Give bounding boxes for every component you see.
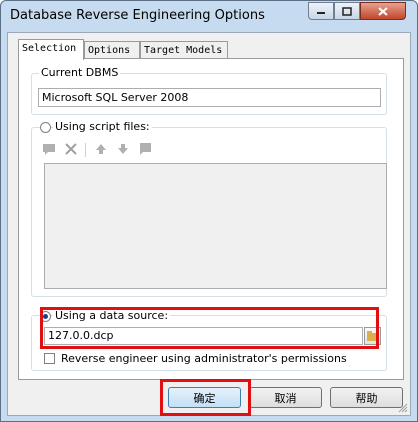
move-up-icon[interactable] xyxy=(93,141,109,157)
delete-icon[interactable] xyxy=(63,141,79,157)
dialog-client-area: Selection Options Target Models Current … xyxy=(7,32,411,416)
maximize-icon xyxy=(342,6,352,16)
properties-icon[interactable] xyxy=(137,141,153,157)
tab-label: Options xyxy=(88,45,131,56)
admin-permissions-label: Reverse engineer using administrator's p… xyxy=(61,352,347,365)
help-button[interactable]: 帮助 xyxy=(330,387,403,408)
cancel-label: 取消 xyxy=(274,391,297,405)
add-file-icon[interactable] xyxy=(41,141,57,157)
current-dbms-field[interactable]: Microsoft SQL Server 2008 xyxy=(38,88,381,107)
highlight-box-data-source xyxy=(40,307,379,349)
cancel-button[interactable]: 取消 xyxy=(249,387,322,408)
minimize-button[interactable] xyxy=(308,2,334,20)
tab-target-models[interactable]: Target Models xyxy=(140,41,228,59)
dialog-window: Database Reverse Engineering Options Sel… xyxy=(0,0,418,422)
highlight-box-ok xyxy=(160,379,251,416)
resize-grip-icon[interactable] xyxy=(398,403,408,413)
script-files-label: Using script files: xyxy=(53,120,152,133)
tab-selection[interactable]: Selection xyxy=(18,39,84,60)
admin-permissions-checkbox[interactable] xyxy=(44,353,55,364)
close-button[interactable] xyxy=(360,2,406,20)
move-down-icon[interactable] xyxy=(115,141,131,157)
selection-tab-panel: Current DBMS Microsoft SQL Server 2008 U… xyxy=(18,58,404,380)
window-title: Database Reverse Engineering Options xyxy=(10,8,265,23)
tab-label: Target Models xyxy=(144,45,223,56)
maximize-button[interactable] xyxy=(334,2,360,20)
script-files-list[interactable] xyxy=(44,163,387,289)
tab-label: Selection xyxy=(22,43,77,54)
toolbar-separator xyxy=(85,143,86,157)
close-icon xyxy=(378,6,388,16)
title-bar[interactable]: Database Reverse Engineering Options xyxy=(1,1,417,31)
tab-options[interactable]: Options xyxy=(84,41,140,59)
help-label: 帮助 xyxy=(355,391,378,405)
minimize-icon xyxy=(317,12,325,14)
current-dbms-label: Current DBMS xyxy=(39,66,121,79)
script-files-radio[interactable] xyxy=(40,122,51,133)
